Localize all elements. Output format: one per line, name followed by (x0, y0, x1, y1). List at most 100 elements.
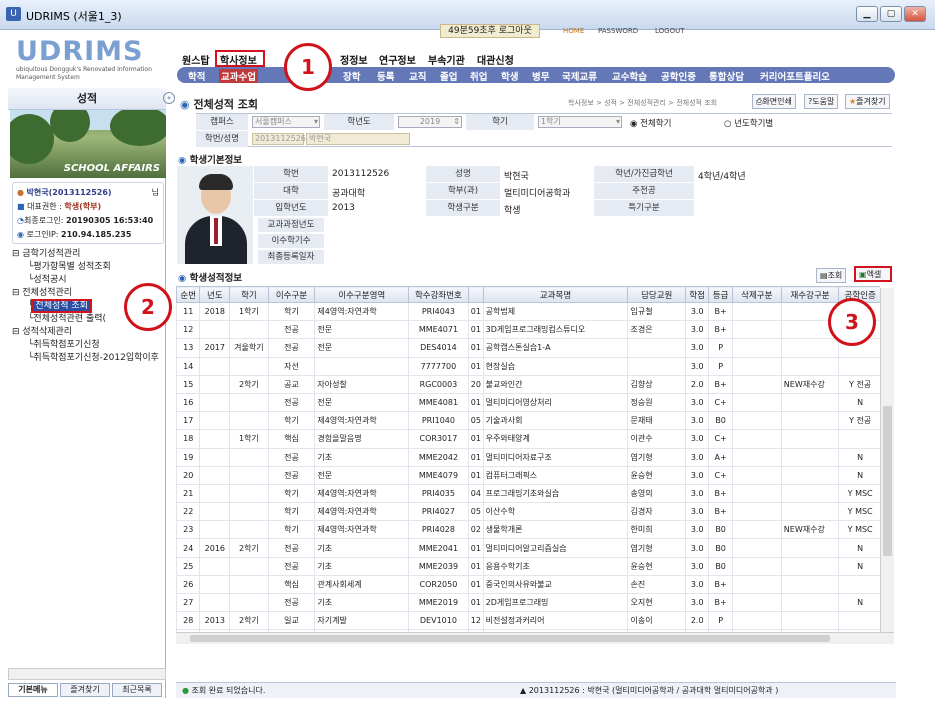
submenu-scholar[interactable]: 장학 (343, 69, 360, 83)
tab-recent[interactable]: 최근목록 (112, 683, 162, 697)
table-row[interactable]: 20 전공 전문 MME4079 01 컴퓨터그래픽스 윤승현 3.0 C+ N (176, 465, 880, 485)
table-row[interactable]: 13 2017 겨울학기 전공 전문 DES4014 01 공학캡스톤실습1-A 3.0 P (176, 338, 880, 358)
table-row[interactable]: 22 학기 제4영역:자연과학 PRI4027 05 이산수학 김경자 3.0 B+ Y MSC (176, 502, 880, 522)
table-row[interactable]: 12 전공 전문 MME4071 01 3D게임프로그래밍컴스튜디오 조경은 3.0 B+ (176, 320, 880, 340)
radio-by-term[interactable]: ○ 년도학기별 (724, 117, 773, 129)
home-link[interactable]: HOME (563, 27, 584, 35)
table-row[interactable]: 14 자선 7777700 01 현장실습 3.0 P (176, 356, 880, 376)
submenu-career[interactable]: 커리어포트폴리오 (760, 69, 830, 83)
table-row[interactable]: 15 2학기 공교 자아성찰 RGC0003 20 불교와인간 김향상 2.0 B+ NEW재수강 Y… (176, 374, 880, 394)
table-cell: 제4영역:자연과학 (314, 483, 410, 504)
table-row[interactable]: 18 1학기 핵심 경험을말음명 COR3017 01 우주와태양계 이관수 3.0 C+ (176, 429, 880, 449)
help-button[interactable]: ?도움말 (804, 94, 839, 109)
submenu-teaching[interactable]: 교직 (409, 69, 426, 83)
grid-vscroll[interactable] (880, 288, 894, 633)
tab-favorites[interactable]: 즐겨찾기 (60, 683, 110, 697)
tree-item-credit-waive[interactable]: └취득학점포기신청 (12, 339, 168, 352)
column-header[interactable]: 교과목명 (482, 286, 629, 303)
section-bullet-icon: ◉ (178, 155, 187, 166)
column-header[interactable] (467, 286, 484, 303)
table-row[interactable]: 19 전공 기초 MME2042 01 멀티미디어자료구조 염기형 3.0 A+ N (176, 447, 880, 467)
tree-node-current-term[interactable]: ⊟ 금학기성적관리 (12, 248, 168, 261)
table-cell: PRI4043 (408, 301, 469, 322)
submenu-course[interactable]: 교과수업 (219, 69, 258, 83)
radio-all-terms[interactable]: ◉ 전체학기 (630, 117, 671, 129)
ip-value: 210.94.185.235 (61, 230, 132, 239)
column-header[interactable]: 년도 (199, 286, 231, 303)
submenu-military[interactable]: 병무 (532, 69, 549, 83)
menu-research[interactable]: 연구정보 (379, 52, 416, 67)
menu-affiliated[interactable]: 부속기관 (428, 52, 465, 67)
table-row[interactable]: 16 전공 전문 MME4081 01 멀티미디어영상처리 정승원 3.0 C+ N (176, 392, 880, 413)
table-row[interactable]: 23 학기 제4영역:자연과학 PRI4028 02 생물학개론 한미희 3.0 B0 NEW재수… (176, 520, 880, 540)
column-header[interactable]: 이수구분영역 (314, 286, 410, 303)
column-header[interactable]: 학수강좌번호 (408, 286, 469, 303)
menu-info[interactable]: 정정보 (340, 52, 368, 67)
tab-basic-menu[interactable]: 기본메뉴 (8, 683, 58, 697)
submenu-student[interactable]: 학생 (501, 69, 518, 83)
table-cell: N (838, 465, 880, 485)
column-header[interactable]: 담당교원 (627, 286, 686, 303)
table-row[interactable]: 11 2018 1학기 학기 제4영역:자연과학 PRI4043 01 공학법제 임규철 3.0 B… (176, 301, 880, 322)
excel-button[interactable]: ▣엑셀 (854, 266, 892, 282)
highlight-academic (215, 50, 265, 67)
table-row[interactable]: 21 학기 제4영역:자연과학 PRI4035 04 프로그래밍기초와실습 송영의 3.0 B+… (176, 483, 880, 504)
table-row[interactable]: 27 전공 기초 MME2019 01 2D게임프로그래밍 오지현 3.0 B+ N (176, 592, 880, 613)
table-cell: 프로그래밍기초와실습 (482, 483, 629, 504)
maximize-icon[interactable]: ▢ (880, 6, 902, 22)
campus-select[interactable]: 서울캠퍼스 ▾ (252, 116, 320, 128)
table-row[interactable]: 26 핵심 관계사회세계 COR2050 01 중국인의사유와불교 손진 3.0 B+ (176, 574, 880, 595)
table-cell (199, 520, 231, 540)
menu-rental[interactable]: 대관신청 (477, 52, 514, 67)
tree-label: 금학기성적관리 (22, 249, 81, 259)
tree-item-eval-grade[interactable]: └평가항목별 성적조회 (12, 261, 168, 274)
table-row[interactable]: 28 2013 2학기 일교 자기계발 DEV1010 12 비전설정과커리어 이송이 2.0 P (176, 611, 880, 631)
table-row[interactable]: 24 2016 2학기 전공 기초 MME2041 01 멀티미디어알고리즘실습 염기형 3.0 B… (176, 538, 880, 558)
table-cell: 24 (176, 538, 201, 558)
column-header[interactable]: 순번 (176, 286, 201, 303)
info-label: 주전공 (594, 183, 694, 199)
menu-onestop[interactable]: 원스탑 (182, 52, 210, 67)
submenu-abeek[interactable]: 공학인증 (661, 69, 696, 83)
query-button[interactable]: ▤조회 (816, 268, 847, 283)
left-hscroll[interactable] (8, 668, 166, 680)
table-cell: 3D게임프로그래밍컴스튜디오 (482, 320, 629, 340)
info-label: 학번 (254, 166, 328, 182)
logout-timer[interactable]: 49분59초후 로그아웃 (440, 24, 540, 38)
submenu-intl[interactable]: 국제교류 (562, 69, 597, 83)
grid-hscroll[interactable] (176, 632, 894, 644)
table-cell: B0 (708, 538, 733, 558)
column-header[interactable]: 재수강구분 (780, 286, 840, 303)
submenu-register[interactable]: 학적 (188, 69, 205, 83)
column-header[interactable]: 이수구분 (267, 286, 316, 303)
submenu-counsel[interactable]: 통합상담 (709, 69, 744, 83)
column-header[interactable]: 등급 (708, 286, 733, 303)
basic-info-title: ◉ 학생기본정보 (178, 152, 242, 166)
column-header[interactable]: 삭제구분 (731, 286, 782, 303)
table-row[interactable]: 17 학기 제4영역:자연과학 PRI1040 05 기술과사회 문재태 3.0 B0 Y 전공 (176, 411, 880, 431)
password-link[interactable]: PASSWORD (598, 27, 638, 35)
submenu-teachlearn[interactable]: 교수학습 (612, 69, 647, 83)
table-cell: MME2041 (408, 538, 469, 558)
print-button[interactable]: ⎙화면인쇄 (752, 94, 796, 109)
submenu-graduate[interactable]: 졸업 (440, 69, 457, 83)
close-icon[interactable]: ✕ (904, 6, 926, 22)
logout-link[interactable]: LOGOUT (655, 27, 685, 35)
column-header[interactable]: 학점 (684, 286, 710, 303)
submenu-tuition[interactable]: 등록 (377, 69, 394, 83)
table-row[interactable]: 25 전공 기초 MME2039 01 응용수학기초 윤승현 3.0 B0 N (176, 556, 880, 576)
table-cell: 전공 (267, 320, 316, 340)
minimize-icon[interactable]: ▁ (856, 6, 878, 22)
tree-item-credit-waive-2012[interactable]: └취득학점포기신청-2012입학이후 (12, 352, 168, 365)
year-stepper[interactable]: 2019 ⇕ (398, 116, 462, 128)
table-cell: 01 (467, 392, 484, 413)
table-cell: COR2050 (408, 574, 469, 595)
collapse-panel-icon[interactable]: « (163, 92, 175, 104)
hscroll-thumb[interactable] (190, 635, 830, 642)
column-header[interactable]: 학기 (229, 286, 269, 303)
favorite-button[interactable]: ★즐겨찾기 (845, 94, 890, 109)
term-select[interactable]: 1학기 ▾ (538, 116, 622, 128)
vscroll-thumb[interactable] (883, 406, 892, 556)
submenu-job[interactable]: 취업 (470, 69, 487, 83)
table-cell (780, 465, 840, 485)
